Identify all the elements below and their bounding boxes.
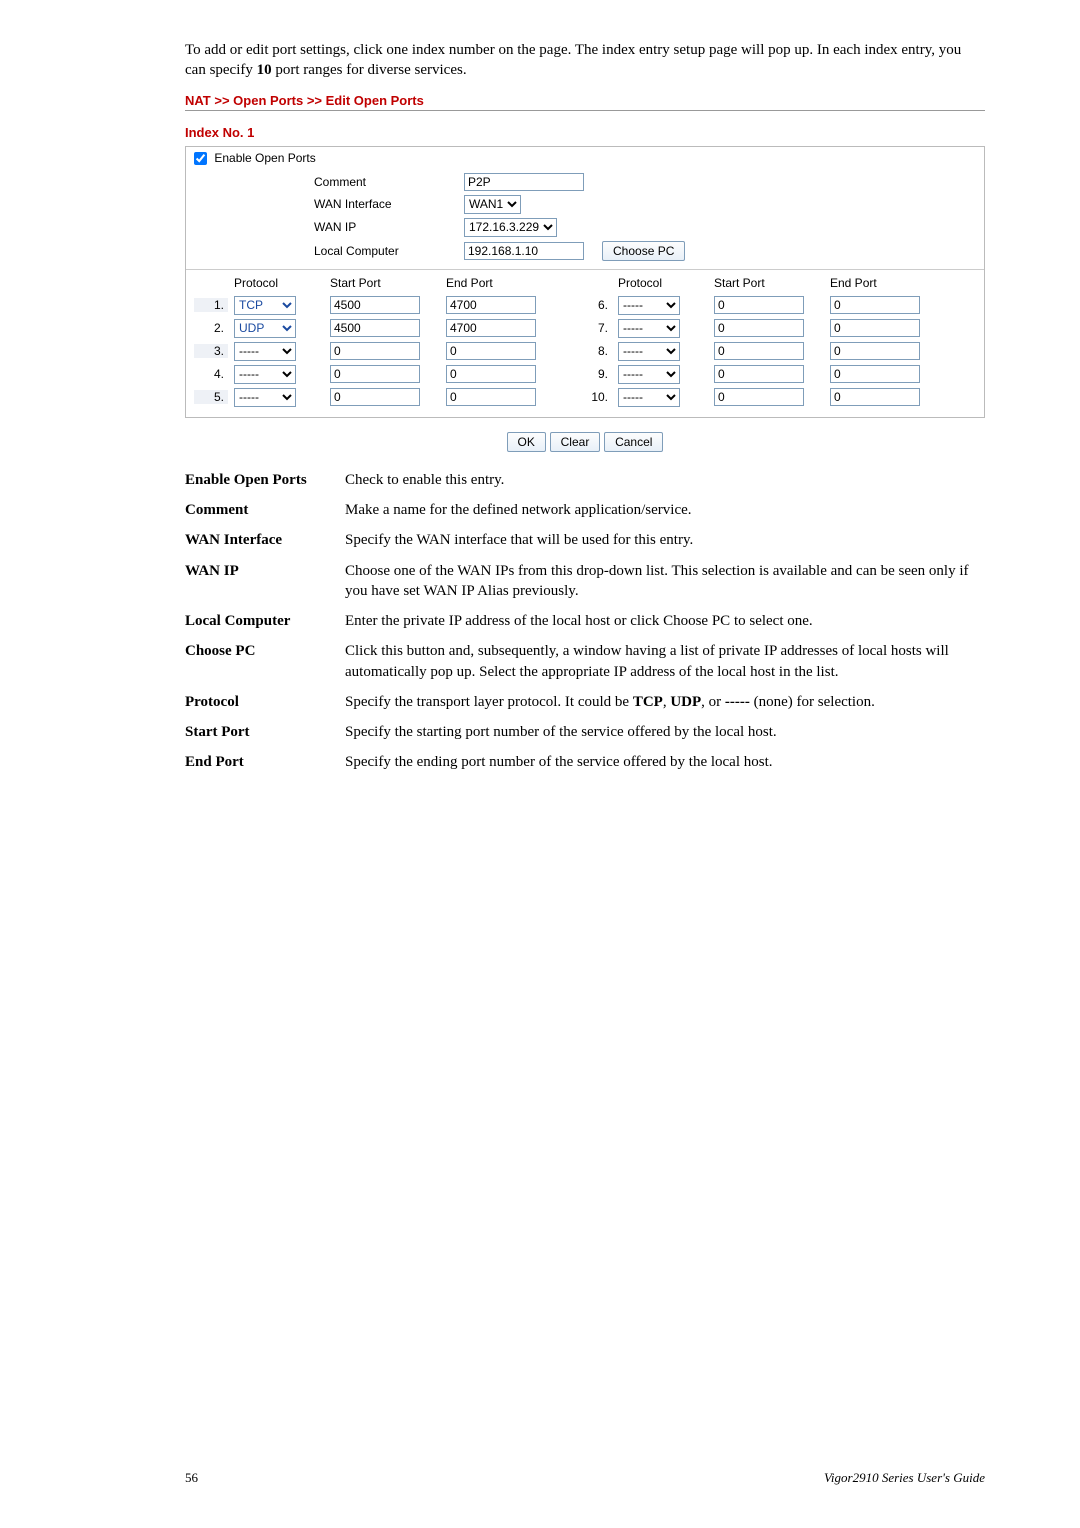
protocol-select[interactable]: ----- (234, 365, 296, 384)
end-port-input[interactable] (830, 388, 920, 406)
definition-desc: Specify the ending port number of the se… (345, 752, 985, 772)
local-computer-input[interactable] (464, 242, 584, 260)
definition-term: Choose PC (185, 641, 345, 682)
row-number: 9. (562, 367, 612, 381)
definition-term: Start Port (185, 722, 345, 742)
divider (185, 110, 985, 111)
page-number: 56 (185, 1470, 198, 1486)
definition-desc: Choose one of the WAN IPs from this drop… (345, 561, 985, 602)
comment-input[interactable] (464, 173, 584, 191)
row-number: 6. (562, 298, 612, 312)
protocol-select[interactable]: ----- (618, 296, 680, 315)
protocol-select[interactable]: UDP (234, 319, 296, 338)
definition-term: WAN IP (185, 561, 345, 602)
row-number: 2. (194, 321, 228, 335)
wan-ip-label: WAN IP (194, 220, 464, 234)
start-port-input[interactable] (330, 319, 420, 337)
definition-desc: Specify the starting port number of the … (345, 722, 985, 742)
definition-term: End Port (185, 752, 345, 772)
section-title: Index No. 1 (185, 125, 985, 140)
guide-title: Vigor2910 Series User's Guide (824, 1470, 985, 1486)
ports-table: Protocol Start Port End Port Protocol St… (186, 270, 984, 417)
end-port-input[interactable] (830, 319, 920, 337)
choose-pc-button[interactable]: Choose PC (602, 241, 685, 261)
local-computer-label: Local Computer (194, 244, 464, 258)
definition-term: WAN Interface (185, 530, 345, 550)
end-port-input[interactable] (446, 296, 536, 314)
row-number: 8. (562, 344, 612, 358)
end-port-input[interactable] (446, 365, 536, 383)
end-port-input[interactable] (446, 388, 536, 406)
col-start-port: Start Port (714, 276, 824, 292)
start-port-input[interactable] (330, 342, 420, 360)
end-port-input[interactable] (830, 342, 920, 360)
definition-desc: Specify the transport layer protocol. It… (345, 692, 985, 712)
definition-desc: Check to enable this entry. (345, 470, 985, 490)
ok-button[interactable]: OK (507, 432, 546, 452)
protocol-select[interactable]: ----- (618, 365, 680, 384)
row-number: 5. (194, 390, 228, 404)
comment-label: Comment (194, 175, 464, 189)
start-port-input[interactable] (714, 296, 804, 314)
wan-ip-select[interactable]: 172.16.3.229 (464, 218, 557, 237)
row-number: 3. (194, 344, 228, 358)
form-box: Enable Open Ports Comment WAN Interface … (185, 146, 985, 418)
definition-desc: Click this button and, subsequently, a w… (345, 641, 985, 682)
definition-desc: Enter the private IP address of the loca… (345, 611, 985, 631)
protocol-select[interactable]: ----- (618, 319, 680, 338)
col-end-port: End Port (446, 276, 556, 292)
col-protocol: Protocol (618, 276, 708, 292)
wan-interface-label: WAN Interface (194, 197, 464, 211)
intro-text: To add or edit port settings, click one … (185, 40, 985, 81)
enable-open-ports-label: Enable Open Ports (214, 151, 315, 165)
definition-desc: Make a name for the defined network appl… (345, 500, 985, 520)
cancel-button[interactable]: Cancel (604, 432, 663, 452)
definition-term: Protocol (185, 692, 345, 712)
end-port-input[interactable] (830, 296, 920, 314)
protocol-select[interactable]: TCP (234, 296, 296, 315)
start-port-input[interactable] (330, 388, 420, 406)
row-number: 4. (194, 367, 228, 381)
col-start-port: Start Port (330, 276, 440, 292)
col-end-port: End Port (830, 276, 940, 292)
start-port-input[interactable] (714, 365, 804, 383)
definition-term: Local Computer (185, 611, 345, 631)
end-port-input[interactable] (446, 319, 536, 337)
end-port-input[interactable] (446, 342, 536, 360)
start-port-input[interactable] (714, 342, 804, 360)
start-port-input[interactable] (714, 319, 804, 337)
breadcrumb: NAT >> Open Ports >> Edit Open Ports (185, 93, 985, 108)
definition-term: Enable Open Ports (185, 470, 345, 490)
col-protocol: Protocol (234, 276, 324, 292)
definition-term: Comment (185, 500, 345, 520)
row-number: 1. (194, 298, 228, 312)
definitions: Enable Open PortsCheck to enable this en… (185, 470, 985, 773)
definition-desc: Specify the WAN interface that will be u… (345, 530, 985, 550)
protocol-select[interactable]: ----- (618, 388, 680, 407)
protocol-select[interactable]: ----- (618, 342, 680, 361)
start-port-input[interactable] (330, 365, 420, 383)
row-number: 10. (562, 390, 612, 404)
start-port-input[interactable] (330, 296, 420, 314)
wan-interface-select[interactable]: WAN1 (464, 195, 521, 214)
end-port-input[interactable] (830, 365, 920, 383)
row-number: 7. (562, 321, 612, 335)
start-port-input[interactable] (714, 388, 804, 406)
protocol-select[interactable]: ----- (234, 388, 296, 407)
clear-button[interactable]: Clear (550, 432, 601, 452)
enable-open-ports-checkbox[interactable] (194, 152, 207, 165)
protocol-select[interactable]: ----- (234, 342, 296, 361)
